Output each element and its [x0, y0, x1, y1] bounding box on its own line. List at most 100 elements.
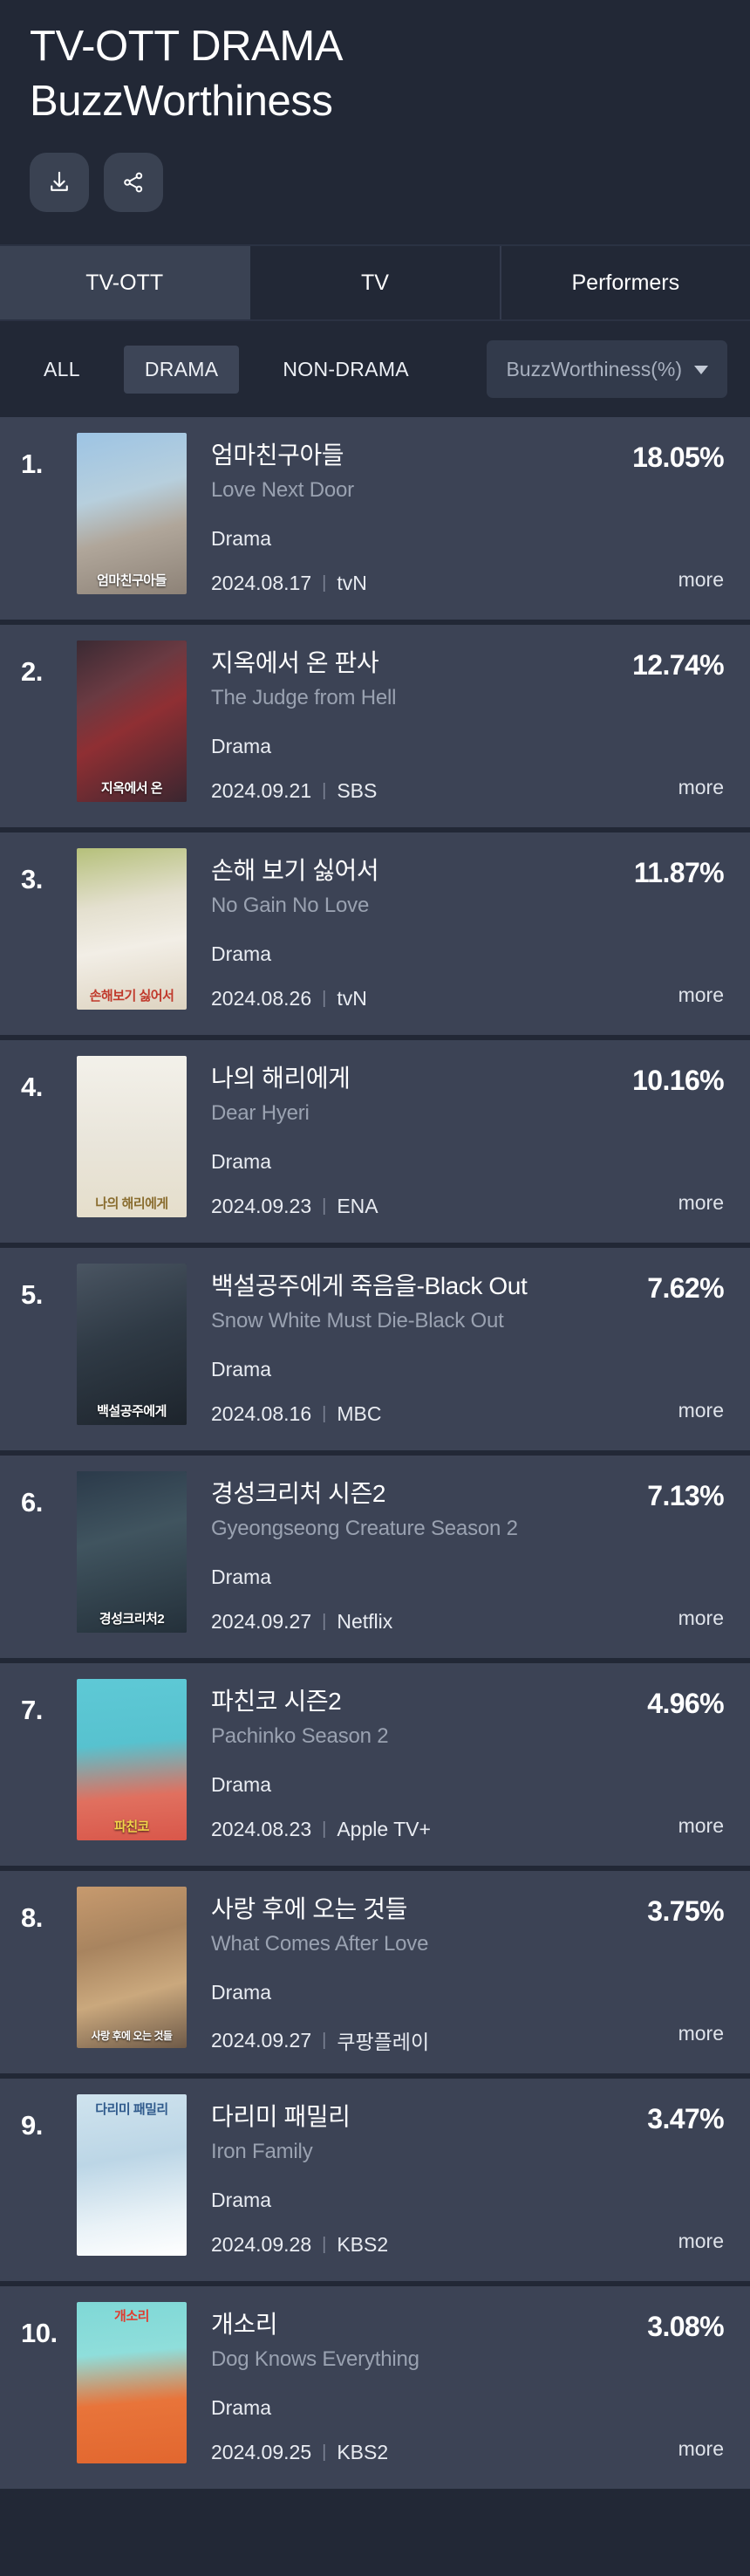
title-korean: 다리미 패밀리	[211, 2103, 351, 2130]
item-info: 개소리 Dog Knows Everything Drama 2024.09.2…	[211, 2302, 567, 2464]
poster-thumbnail[interactable]: 나의 해리에게	[77, 1056, 187, 1217]
more-button[interactable]: more	[678, 568, 724, 592]
genre-label: Drama	[211, 1150, 272, 1174]
meta-row: 2024.09.27 | 쿠팡플레이	[211, 2025, 567, 2055]
title-english: Dog Knows Everything	[211, 2347, 419, 2372]
item-right: 11.87% more	[567, 848, 725, 1019]
title-english: Dear Hyeri	[211, 1101, 310, 1126]
poster-thumbnail[interactable]: 사랑 후에 오는 것들	[77, 1887, 187, 2048]
separator: |	[322, 2235, 327, 2255]
rank-number: 3.	[21, 864, 43, 894]
score-value: 10.16%	[632, 1065, 725, 1096]
poster-thumbnail[interactable]: 엄마친구아들	[77, 433, 187, 594]
list-item[interactable]: 7. 파친코 파친코 시즌2 Pachinko Season 2 Drama 2…	[0, 1663, 750, 1871]
item-info: 백설공주에게 죽음을-Black Out Snow White Must Die…	[211, 1264, 567, 1426]
air-date: 2024.09.28	[211, 2233, 312, 2257]
more-button[interactable]: more	[678, 1814, 724, 1838]
meta-row: 2024.08.17 | tvN	[211, 572, 567, 595]
page-header: TV-OTT DRAMA BuzzWorthiness	[0, 0, 750, 244]
sort-dropdown[interactable]: BuzzWorthiness(%)	[487, 340, 727, 398]
tab-label: Performers	[571, 270, 680, 295]
separator: |	[322, 1404, 327, 1424]
poster-thumbnail[interactable]: 손해보기 싫어서	[77, 848, 187, 1010]
more-button[interactable]: more	[678, 1607, 724, 1630]
poster-thumbnail[interactable]: 파친코	[77, 1679, 187, 1840]
list-item[interactable]: 5. 백설공주에게 백설공주에게 죽음을-Black Out Snow Whit…	[0, 1248, 750, 1456]
chevron-down-icon	[694, 366, 708, 374]
list-item[interactable]: 8. 사랑 후에 오는 것들 사랑 후에 오는 것들 What Comes Af…	[0, 1871, 750, 2079]
poster-caption: 나의 해리에게	[95, 1196, 168, 1211]
more-button[interactable]: more	[678, 1191, 724, 1215]
score-value: 3.47%	[647, 2103, 724, 2134]
item-right: 3.08% more	[567, 2302, 724, 2473]
list-item[interactable]: 4. 나의 해리에게 나의 해리에게 Dear Hyeri Drama 2024…	[0, 1040, 750, 1248]
filter-bar: ALL DRAMA NON-DRAMA BuzzWorthiness(%)	[0, 321, 750, 417]
tab-label: TV	[361, 270, 389, 295]
list-item[interactable]: 2. 지옥에서 온 지옥에서 온 판사 The Judge from Hell …	[0, 625, 750, 832]
channel-name: tvN	[337, 572, 367, 595]
meta-row: 2024.09.27 | Netflix	[211, 1610, 567, 1634]
air-date: 2024.08.16	[211, 1402, 312, 1426]
rank-number: 7.	[21, 1695, 43, 1725]
poster-thumbnail[interactable]: 백설공주에게	[77, 1264, 187, 1425]
item-right: 12.74% more	[567, 641, 725, 812]
list-item[interactable]: 1. 엄마친구아들 엄마친구아들 Love Next Door Drama 20…	[0, 417, 750, 625]
poster-caption: 지옥에서 온	[100, 781, 163, 796]
more-button[interactable]: more	[678, 2022, 724, 2045]
item-info: 나의 해리에게 Dear Hyeri Drama 2024.09.23 | EN…	[211, 1056, 567, 1218]
title-english: Love Next Door	[211, 478, 354, 503]
poster-art	[77, 1887, 187, 2048]
item-info: 엄마친구아들 Love Next Door Drama 2024.08.17 |…	[211, 433, 567, 595]
list-item[interactable]: 3. 손해보기 싫어서 손해 보기 싫어서 No Gain No Love Dr…	[0, 832, 750, 1040]
title-korean: 개소리	[211, 2311, 278, 2338]
poster-thumbnail[interactable]: 다리미 패밀리	[77, 2094, 187, 2256]
meta-row: 2024.09.25 | KBS2	[211, 2441, 567, 2464]
filter-chip-drama[interactable]: DRAMA	[123, 345, 240, 394]
share-button[interactable]	[104, 153, 163, 213]
channel-name: Apple TV+	[337, 1818, 431, 1841]
item-right: 4.96% more	[567, 1679, 724, 1850]
filter-chip-non-drama[interactable]: NON-DRAMA	[262, 346, 430, 394]
meta-row: 2024.09.23 | ENA	[211, 1195, 567, 1218]
poster-thumbnail[interactable]: 지옥에서 온	[77, 641, 187, 802]
title-english: The Judge from Hell	[211, 686, 397, 710]
item-right: 10.16% more	[567, 1056, 725, 1227]
genre-label: Drama	[211, 1358, 272, 1381]
download-button[interactable]	[30, 153, 89, 213]
score-value: 7.13%	[647, 1480, 724, 1511]
genre-label: Drama	[211, 1565, 272, 1589]
meta-row: 2024.09.28 | KBS2	[211, 2233, 567, 2257]
more-button[interactable]: more	[678, 776, 724, 799]
tab-performers[interactable]: Performers	[501, 246, 750, 319]
item-right: 3.47% more	[567, 2094, 724, 2265]
separator: |	[322, 1612, 327, 1632]
air-date: 2024.08.17	[211, 572, 312, 595]
title-korean: 나의 해리에게	[211, 1065, 351, 1092]
channel-name: tvN	[337, 987, 367, 1011]
meta-row: 2024.09.21 | SBS	[211, 779, 567, 803]
title-korean: 사랑 후에 오는 것들	[211, 1895, 408, 1922]
separator: |	[322, 1819, 327, 1840]
title-english: Pachinko Season 2	[211, 1724, 389, 1749]
rank-number: 4.	[21, 1072, 43, 1102]
more-button[interactable]: more	[678, 2437, 724, 2461]
list-item[interactable]: 9. 다리미 패밀리 다리미 패밀리 Iron Family Drama 202…	[0, 2079, 750, 2286]
list-item[interactable]: 6. 경성크리처2 경성크리처 시즌2 Gyeongseong Creature…	[0, 1456, 750, 1663]
list-item[interactable]: 10. 개소리 개소리 Dog Knows Everything Drama 2…	[0, 2286, 750, 2494]
poster-thumbnail[interactable]: 개소리	[77, 2302, 187, 2463]
more-button[interactable]: more	[678, 1399, 724, 1422]
poster-caption: 경성크리처2	[99, 1612, 165, 1627]
score-value: 18.05%	[632, 442, 725, 473]
tab-tv-ott[interactable]: TV-OTT	[0, 246, 251, 319]
more-button[interactable]: more	[678, 983, 724, 1007]
poster-thumbnail[interactable]: 경성크리처2	[77, 1471, 187, 1633]
item-right: 18.05% more	[567, 433, 725, 604]
title-english: Snow White Must Die-Black Out	[211, 1309, 504, 1333]
filter-chip-all[interactable]: ALL	[23, 346, 101, 394]
meta-row: 2024.08.26 | tvN	[211, 987, 567, 1011]
more-button[interactable]: more	[678, 2230, 724, 2253]
sort-dropdown-label: BuzzWorthiness(%)	[506, 357, 682, 380]
tab-tv[interactable]: TV	[250, 246, 501, 319]
rank-number: 9.	[21, 2110, 43, 2141]
air-date: 2024.09.25	[211, 2441, 312, 2464]
